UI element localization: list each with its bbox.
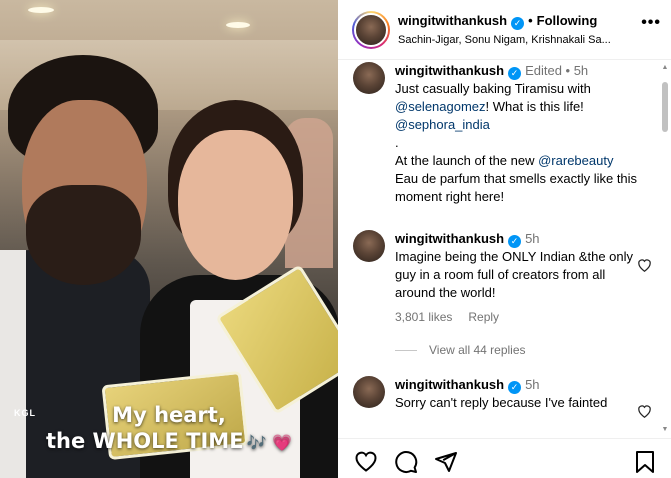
ceiling-lamp (28, 7, 54, 13)
woman-face (178, 130, 293, 280)
comment-username[interactable]: wingitwithankush (395, 377, 504, 392)
post-side-panel: wingitwithankush ✓ • Following Sachin-Jigar… (338, 0, 671, 478)
comment-time: 5h (525, 231, 540, 246)
heart-icon[interactable] (637, 258, 653, 274)
comment-text: Imagine being the ONLY Indian &the only … (395, 249, 634, 300)
comment-time: 5h (525, 377, 540, 392)
following-button[interactable]: Following (537, 13, 598, 28)
verified-icon: ✓ (508, 381, 522, 394)
comment-text: Sorry can't reply because I've fainted (395, 395, 608, 410)
scrollbar[interactable]: ▲ ▼ (661, 64, 669, 434)
post-header: wingitwithankush ✓ • Following Sachin-Jigar… (338, 0, 671, 60)
caption-text: Just casually baking Tiramisu with (395, 81, 591, 96)
likes-count[interactable]: 3,801 likes (395, 310, 452, 324)
caption-body: wingitwithankush ✓ Edited • 5h Just casual… (395, 62, 640, 206)
comment-actions: 3,801 likes Reply (395, 308, 640, 326)
mention-link[interactable]: @sephora_india (395, 117, 490, 132)
comment-body: wingitwithankush ✓ 5h Imagine being the ON… (395, 230, 640, 326)
mention-link[interactable]: @rarebeauty (538, 153, 613, 168)
post-media[interactable]: KGL My heart, the WHOLE TIME 🎶 💗 (0, 0, 338, 478)
heart-icon[interactable] (354, 450, 378, 474)
avatar[interactable] (354, 13, 388, 47)
scroll-up-icon[interactable]: ▲ (661, 64, 669, 72)
mention-link[interactable]: @selenagomez (395, 99, 486, 114)
header-username[interactable]: wingitwithankush (398, 13, 507, 28)
comment-username[interactable]: wingitwithankush (395, 231, 504, 246)
caption-dot: . (395, 135, 399, 150)
caption-line-2: the WHOLE TIME (46, 429, 244, 453)
more-icon[interactable]: ••• (641, 14, 661, 32)
caption-line-1: My heart, (112, 403, 226, 427)
story-ring[interactable] (352, 11, 390, 49)
audio-attribution[interactable]: Sachin-Jigar, Sonu Nigam, Krishnakali Sa… (398, 34, 628, 46)
reply-button[interactable]: Reply (468, 310, 499, 324)
caption-text: ! What is this life! (485, 99, 584, 114)
post-actions (338, 438, 671, 478)
avatar[interactable] (353, 230, 385, 262)
caption-text: At the launch of the new (395, 153, 539, 168)
comment-body: wingitwithankush ✓ 5h Sorry can't reply be… (395, 376, 640, 412)
verified-icon: ✓ (511, 17, 525, 30)
avatar[interactable] (353, 62, 385, 94)
caption-username[interactable]: wingitwithankush (395, 63, 504, 78)
scroll-down-icon[interactable]: ▼ (661, 426, 669, 434)
video-caption: My heart, the WHOLE TIME 🎶 💗 (0, 402, 338, 456)
caption-meta: Edited • 5h (525, 63, 589, 78)
divider (395, 350, 417, 352)
comment-icon[interactable] (394, 450, 418, 474)
avatar[interactable] (353, 376, 385, 408)
header-username-row: wingitwithankush ✓ • Following (398, 13, 597, 30)
caption-text: Eau de parfum that smells exactly like t… (395, 171, 638, 204)
verified-icon: ✓ (508, 67, 522, 80)
ceiling-lamp (226, 22, 250, 28)
separator: • (528, 13, 533, 28)
scroll-thumb[interactable] (662, 82, 668, 132)
view-replies[interactable]: View all 44 replies (395, 343, 526, 357)
bookmark-icon[interactable] (634, 450, 658, 474)
share-icon[interactable] (434, 450, 458, 474)
caption-emoji: 🎶 💗 (246, 433, 292, 452)
view-replies-label[interactable]: View all 44 replies (429, 343, 526, 357)
verified-icon: ✓ (508, 235, 522, 248)
comments-list[interactable]: wingitwithankush ✓ Edited • 5h Just casual… (338, 60, 671, 435)
man-beard (26, 185, 141, 285)
heart-icon[interactable] (637, 404, 653, 420)
